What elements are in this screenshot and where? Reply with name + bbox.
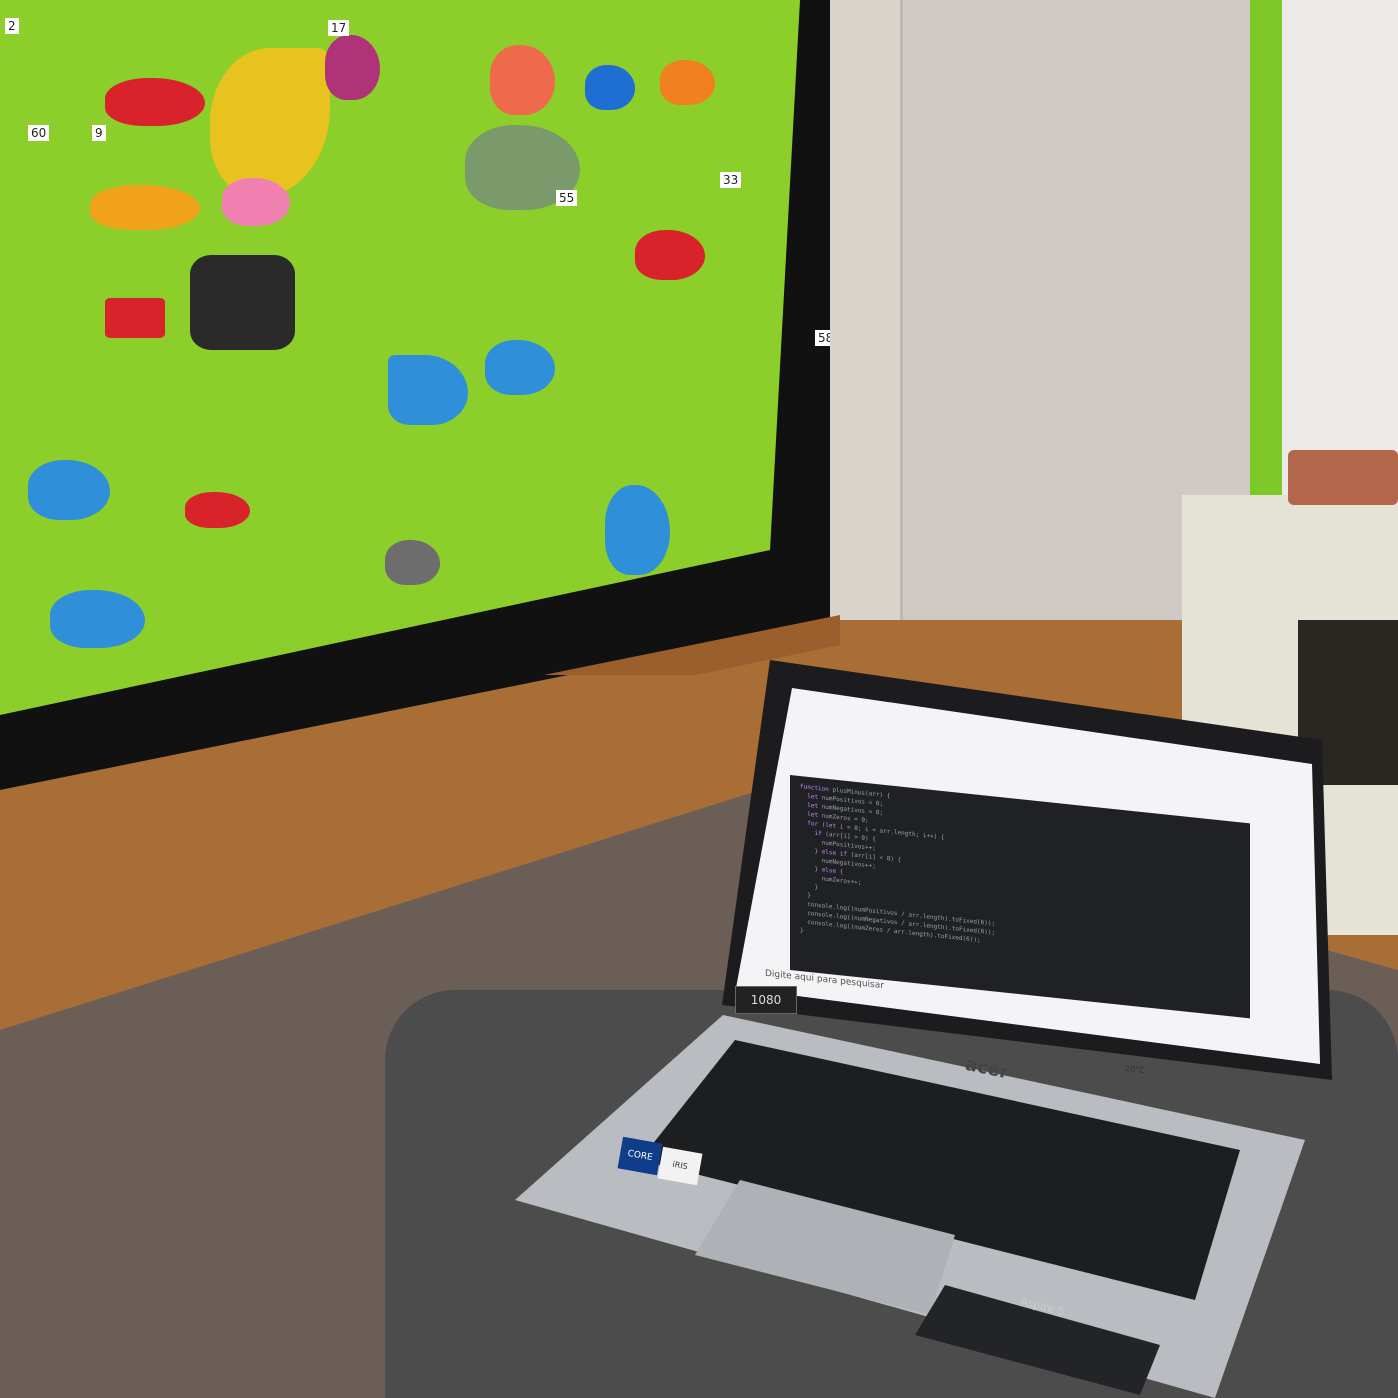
- wall-tag: 9: [92, 125, 106, 141]
- door-frame: [830, 0, 905, 665]
- hold-grey: [385, 540, 440, 585]
- wall-tag: 33: [720, 172, 742, 188]
- hold-blue-6: [50, 590, 145, 648]
- green-wall-trim: [1250, 0, 1282, 500]
- hold-blue-2: [388, 355, 468, 425]
- wall-tag: 55: [556, 190, 578, 206]
- hold-red: [105, 78, 205, 126]
- hold-pink: [325, 35, 380, 100]
- hold-orange-yellow: [90, 185, 200, 230]
- wall-tag: 17: [328, 20, 350, 36]
- resolution-badge: 1080: [735, 986, 797, 1014]
- plant-pot: [1288, 450, 1398, 505]
- white-wall: [1282, 0, 1398, 520]
- intel-core-sticker: CORE: [617, 1136, 663, 1176]
- hold-blue: [585, 65, 635, 110]
- hold-blue-3: [485, 340, 555, 395]
- wall-tag: 60: [28, 125, 50, 141]
- hold-yellow: [210, 48, 330, 198]
- hold-blue-5: [605, 485, 670, 575]
- hold-blue-4: [28, 460, 110, 520]
- hold-salmon: [490, 45, 555, 115]
- hold-red-3: [105, 298, 165, 338]
- intel-iris-sticker: iRIS: [657, 1146, 703, 1186]
- hold-black: [190, 255, 295, 350]
- hold-red-2: [635, 230, 705, 280]
- hold-pink-2: [222, 178, 290, 226]
- hold-orange: [660, 60, 715, 105]
- hold-red-4: [185, 492, 250, 528]
- wall-tag: 2: [5, 18, 19, 34]
- taskbar-weather: 20°C: [1125, 1063, 1145, 1076]
